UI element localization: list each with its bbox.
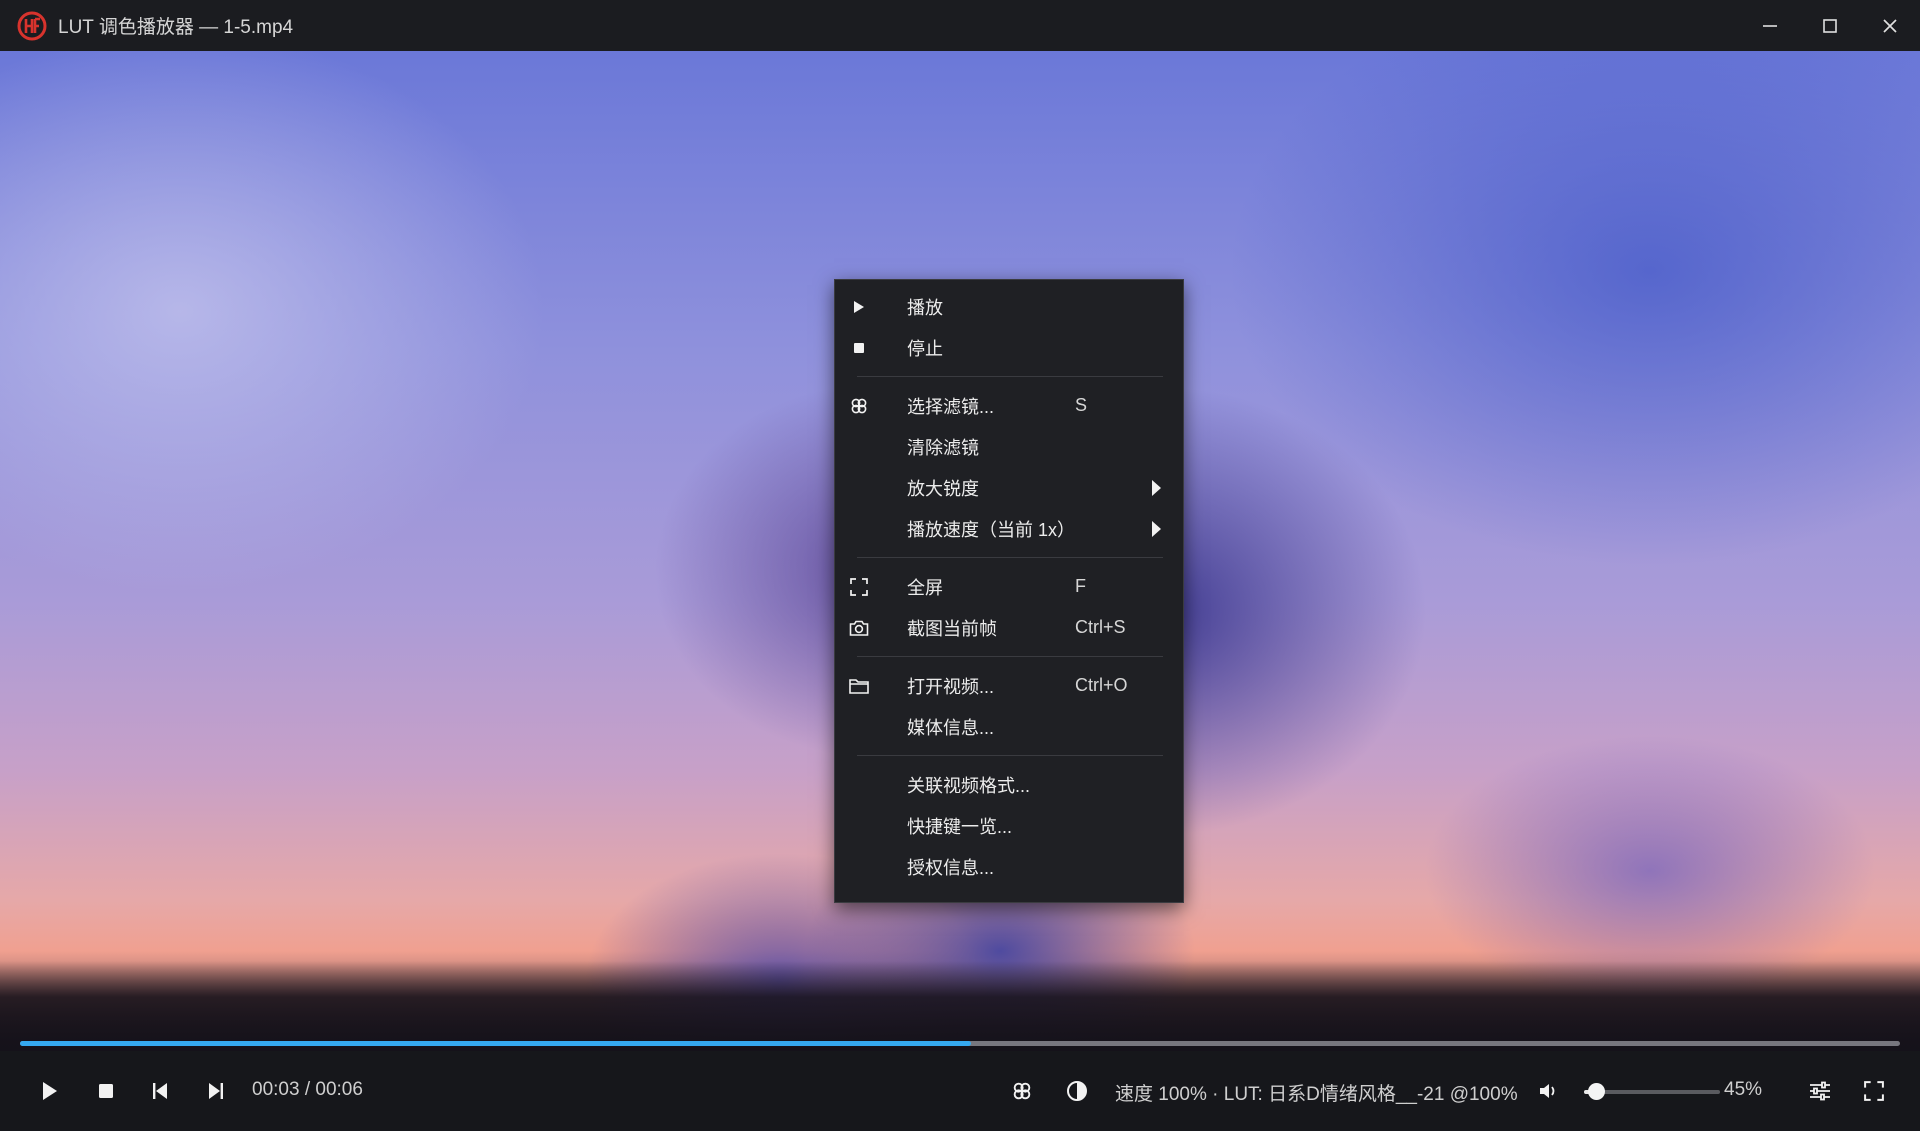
menu-separator bbox=[857, 557, 1163, 558]
filter-icon bbox=[1013, 1082, 1031, 1100]
menu-separator bbox=[857, 656, 1163, 657]
menu-item-license[interactable]: 授权信息... bbox=[835, 846, 1183, 887]
stop-button[interactable] bbox=[90, 1075, 122, 1107]
contrast-icon bbox=[1067, 1081, 1087, 1101]
menu-item-label: 打开视频... bbox=[907, 676, 995, 697]
menu-item-label: 关联视频格式... bbox=[907, 775, 1031, 796]
menu-item-screenshot[interactable]: 截图当前帧 Ctrl+S bbox=[835, 607, 1183, 648]
compare-button[interactable] bbox=[1061, 1075, 1093, 1107]
fullscreen-icon bbox=[1864, 1081, 1884, 1101]
control-bar: 00:03 / 00:06 速度 100% · LUT: 日系D情绪风格__-2… bbox=[0, 1051, 1920, 1131]
window-title: LUT 调色播放器 — 1-5.mp4 bbox=[58, 17, 294, 38]
submenu-arrow-icon bbox=[1152, 479, 1161, 496]
previous-button[interactable] bbox=[144, 1075, 176, 1107]
mute-button[interactable] bbox=[1533, 1075, 1565, 1107]
menu-item-label: 播放速度（当前 1x） bbox=[907, 519, 1076, 540]
menu-item-shortcut: F bbox=[1075, 576, 1086, 596]
menu-separator bbox=[857, 376, 1163, 377]
fullscreen-icon bbox=[849, 577, 869, 597]
menu-item-label: 媒体信息... bbox=[907, 717, 995, 738]
filter-button[interactable] bbox=[1006, 1075, 1038, 1107]
menu-item-label: 放大锐度 bbox=[907, 478, 979, 499]
menu-item-open-video[interactable]: 打开视频... Ctrl+O bbox=[835, 665, 1183, 706]
time-display: 00:03 / 00:06 bbox=[252, 1079, 363, 1100]
menu-item-clear-filter[interactable]: 清除滤镜 bbox=[835, 426, 1183, 467]
menu-item-media-info[interactable]: 媒体信息... bbox=[835, 706, 1183, 747]
minimize-button[interactable] bbox=[1740, 0, 1800, 51]
menu-item-shortcut: Ctrl+S bbox=[1075, 617, 1126, 637]
menu-item-label: 截图当前帧 bbox=[907, 618, 997, 639]
volume-label: 45% bbox=[1724, 1079, 1763, 1100]
play-button[interactable] bbox=[34, 1075, 66, 1107]
settings-button[interactable] bbox=[1804, 1075, 1836, 1107]
menu-item-stop[interactable]: 停止 bbox=[835, 327, 1183, 368]
menu-item-label: 选择滤镜... bbox=[907, 396, 995, 417]
folder-icon bbox=[849, 676, 869, 696]
close-icon bbox=[1883, 18, 1897, 33]
menu-item-sharpness[interactable]: 放大锐度 bbox=[835, 467, 1183, 508]
menu-item-label: 停止 bbox=[907, 338, 943, 359]
maximize-button[interactable] bbox=[1800, 0, 1860, 51]
menu-item-shortcut: Ctrl+O bbox=[1075, 675, 1128, 695]
skip-forward-icon bbox=[209, 1083, 223, 1099]
volume-slider-handle[interactable] bbox=[1588, 1083, 1605, 1100]
window-controls bbox=[1740, 0, 1920, 51]
title-bar: LUT 调色播放器 — 1-5.mp4 bbox=[0, 0, 1920, 51]
menu-item-label: 授权信息... bbox=[907, 857, 995, 878]
sliders-icon bbox=[1810, 1081, 1830, 1101]
menu-item-label: 快捷键一览... bbox=[907, 816, 1013, 837]
camera-icon bbox=[849, 618, 869, 638]
menu-item-file-association[interactable]: 关联视频格式... bbox=[835, 764, 1183, 805]
menu-item-label: 清除滤镜 bbox=[907, 437, 979, 458]
minimize-icon bbox=[1763, 24, 1777, 27]
volume-icon bbox=[1540, 1084, 1555, 1098]
maximize-icon bbox=[1823, 18, 1837, 33]
play-icon bbox=[849, 297, 869, 317]
menu-item-label: 播放 bbox=[907, 297, 943, 318]
next-button[interactable] bbox=[200, 1075, 232, 1107]
app-logo-icon bbox=[17, 11, 47, 40]
video-horizon bbox=[0, 961, 1920, 1051]
menu-item-playback-speed[interactable]: 播放速度（当前 1x） bbox=[835, 508, 1183, 549]
menu-item-select-filter[interactable]: 选择滤镜... S bbox=[835, 385, 1183, 426]
menu-separator bbox=[857, 755, 1163, 756]
menu-item-fullscreen[interactable]: 全屏 F bbox=[835, 566, 1183, 607]
menu-item-label: 全屏 bbox=[907, 577, 943, 598]
menu-item-play[interactable]: 播放 bbox=[835, 286, 1183, 327]
stop-icon bbox=[849, 338, 869, 358]
close-button[interactable] bbox=[1860, 0, 1920, 51]
submenu-arrow-icon bbox=[1152, 520, 1161, 537]
playback-status: 速度 100% · LUT: 日系D情绪风格__-21 @100% bbox=[1115, 1084, 1518, 1105]
seek-bar-fill bbox=[20, 1041, 972, 1046]
stop-icon bbox=[99, 1084, 113, 1098]
filter-icon bbox=[849, 396, 869, 416]
play-icon bbox=[43, 1082, 57, 1100]
fullscreen-button[interactable] bbox=[1858, 1075, 1890, 1107]
menu-item-shortcut: S bbox=[1075, 395, 1088, 415]
seek-bar[interactable] bbox=[20, 1041, 1900, 1046]
skip-back-icon bbox=[153, 1083, 167, 1099]
menu-item-shortcuts[interactable]: 快捷键一览... bbox=[835, 805, 1183, 846]
context-menu: 播放 停止 选择滤镜... S 清除滤镜 放大锐度 播放速度（当前 1x） 全屏… bbox=[834, 279, 1184, 903]
